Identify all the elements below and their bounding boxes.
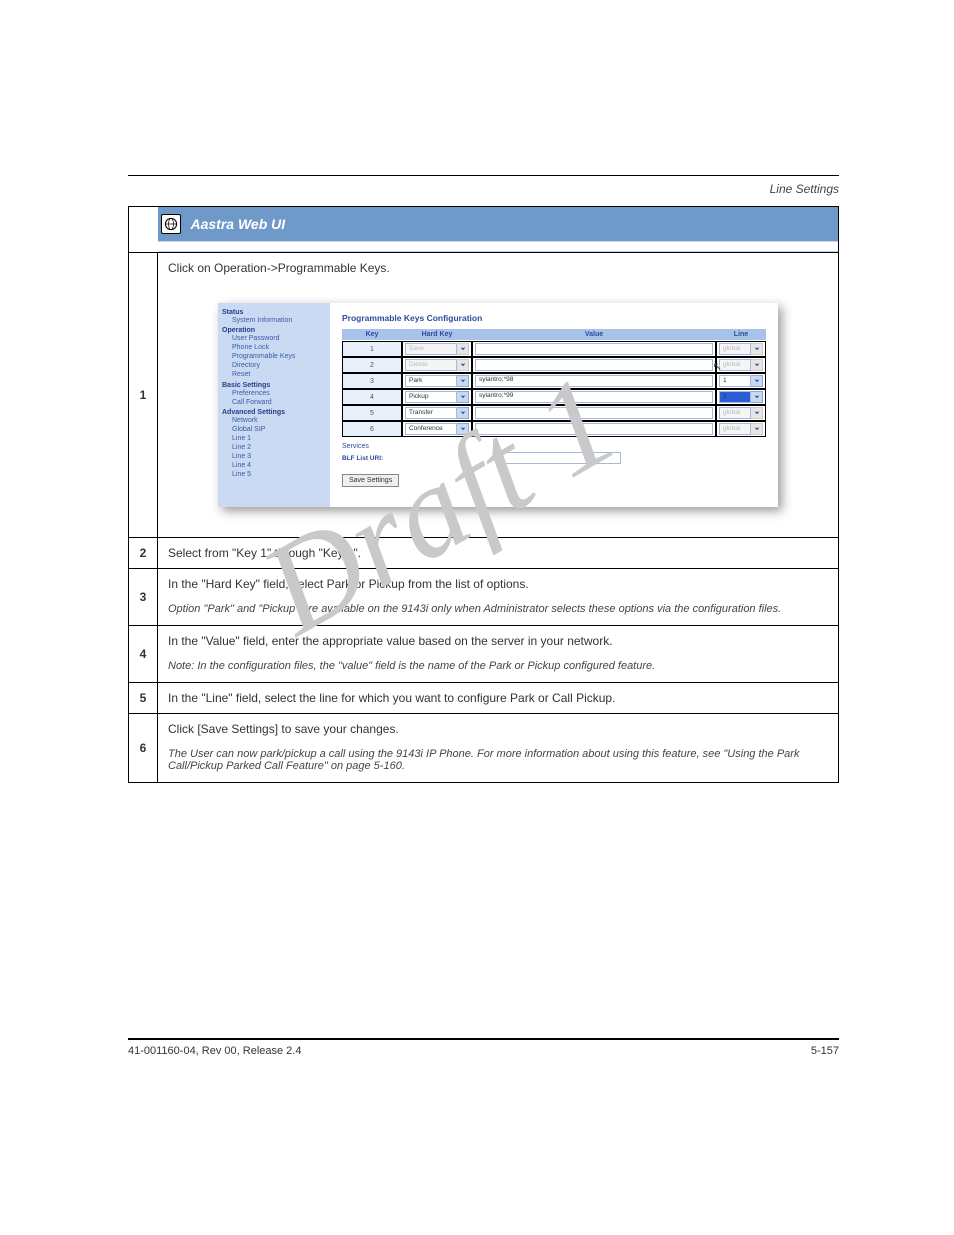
nav-item[interactable]: Programmable Keys bbox=[222, 352, 328, 361]
banner-title: Aastra Web UI bbox=[191, 216, 286, 232]
col-value: Value bbox=[472, 329, 716, 341]
key-number: 2 bbox=[342, 357, 402, 373]
step-number: 6 bbox=[129, 714, 158, 783]
hardkey-select[interactable]: Transfer bbox=[405, 407, 469, 419]
step-text: Click on Operation->Programmable Keys. bbox=[158, 253, 838, 283]
value-input[interactable]: sylantro;*99 bbox=[475, 391, 713, 403]
key-number: 5 bbox=[342, 405, 402, 421]
nav-item[interactable]: Reset bbox=[222, 370, 328, 379]
step-text: Select from "Key 1" through "Key 6". bbox=[158, 538, 838, 568]
line-select: global bbox=[719, 359, 763, 371]
nav-item[interactable]: Network bbox=[222, 416, 328, 425]
chevron-down-icon bbox=[751, 407, 763, 419]
value-input[interactable] bbox=[475, 343, 713, 355]
nav-sidebar: Status System Information Operation User… bbox=[218, 303, 330, 507]
line-select: global bbox=[719, 407, 763, 419]
hardkey-select[interactable]: Park bbox=[405, 375, 469, 387]
content-title: Programmable Keys Configuration bbox=[342, 313, 766, 323]
nav-item[interactable]: User Password bbox=[222, 334, 328, 343]
key-number: 6 bbox=[342, 421, 402, 437]
blf-input[interactable] bbox=[501, 452, 621, 464]
col-hardkey: Hard Key bbox=[402, 329, 472, 341]
col-key: Key bbox=[342, 329, 402, 341]
step-text: Click [Save Settings] to save your chang… bbox=[158, 714, 838, 744]
hardkey-select[interactable]: Conference bbox=[405, 423, 469, 435]
step-number: 2 bbox=[129, 538, 158, 569]
chevron-down-icon bbox=[457, 423, 469, 435]
step-text: In the "Hard Key" field, select Park or … bbox=[158, 569, 838, 599]
chevron-down-icon bbox=[457, 343, 469, 355]
nav-item[interactable]: Line 2 bbox=[222, 443, 328, 452]
blf-label: BLF List URI: bbox=[342, 455, 383, 462]
step-number: 3 bbox=[129, 569, 158, 626]
chevron-down-icon bbox=[457, 375, 469, 387]
value-input[interactable]: sylantro;*98 bbox=[475, 375, 713, 387]
col-line: Line bbox=[716, 329, 766, 341]
step-number: 1 bbox=[129, 253, 158, 538]
nav-item[interactable]: Directory bbox=[222, 361, 328, 370]
nav-item[interactable]: System Information bbox=[222, 316, 328, 325]
nav-item[interactable]: Preferences bbox=[222, 389, 328, 398]
line-select[interactable]: 2 bbox=[719, 391, 763, 403]
key-number: 3 bbox=[342, 373, 402, 389]
services-label: Services bbox=[342, 443, 766, 450]
globe-icon bbox=[161, 214, 181, 234]
value-input[interactable] bbox=[475, 359, 713, 371]
step-note: The User can now park/pickup a call usin… bbox=[158, 744, 838, 782]
step-text: In the "Line" field, select the line for… bbox=[158, 683, 838, 713]
footer-right: 5-157 bbox=[811, 1045, 839, 1057]
chevron-down-icon bbox=[751, 375, 763, 387]
nav-item[interactable]: Global SIP bbox=[222, 425, 328, 434]
embedded-screenshot: Status System Information Operation User… bbox=[218, 303, 778, 507]
line-select: global bbox=[719, 423, 763, 435]
line-select: global bbox=[719, 343, 763, 355]
footer-left: 41-001160-04, Rev 00, Release 2.4 bbox=[128, 1045, 301, 1057]
nav-heading: Status bbox=[222, 309, 328, 316]
webui-banner: Aastra Web UI bbox=[158, 207, 839, 241]
chevron-down-icon bbox=[751, 423, 763, 435]
nav-item[interactable]: Call Forward bbox=[222, 398, 328, 407]
keys-table: Key Hard Key Value Line 1Saveglobal2Dele… bbox=[342, 329, 766, 437]
step-note: Note: In the configuration files, the "v… bbox=[158, 656, 838, 682]
key-number: 4 bbox=[342, 389, 402, 405]
key-number: 1 bbox=[342, 341, 402, 357]
hardkey-select: Save bbox=[405, 343, 469, 355]
nav-item[interactable]: Line 4 bbox=[222, 461, 328, 470]
step-text: In the "Value" field, enter the appropri… bbox=[158, 626, 838, 656]
step-number: 4 bbox=[129, 626, 158, 683]
chevron-down-icon bbox=[457, 391, 469, 403]
steps-table: Aastra Web UI 1 Click on Operation->Prog… bbox=[128, 206, 839, 783]
value-input[interactable] bbox=[475, 407, 713, 419]
chevron-down-icon bbox=[457, 407, 469, 419]
nav-heading: Basic Settings bbox=[222, 382, 328, 389]
hardkey-select: Delete bbox=[405, 359, 469, 371]
step-note: Option "Park" and "Pickup" are available… bbox=[158, 599, 838, 625]
chevron-down-icon bbox=[751, 391, 763, 403]
hardkey-select[interactable]: Pickup bbox=[405, 391, 469, 403]
nav-heading: Advanced Settings bbox=[222, 409, 328, 416]
chevron-down-icon bbox=[751, 359, 763, 371]
section-title: Line Settings bbox=[128, 182, 839, 196]
nav-item[interactable]: Line 1 bbox=[222, 434, 328, 443]
value-input[interactable] bbox=[475, 423, 713, 435]
nav-heading: Operation bbox=[222, 327, 328, 334]
nav-item[interactable]: Phone Lock bbox=[222, 343, 328, 352]
nav-item[interactable]: Line 3 bbox=[222, 452, 328, 461]
line-select[interactable]: 1 bbox=[719, 375, 763, 387]
nav-item[interactable]: Line 5 bbox=[222, 470, 328, 479]
save-settings-button[interactable]: Save Settings bbox=[342, 474, 399, 487]
chevron-down-icon bbox=[457, 359, 469, 371]
step-number: 5 bbox=[129, 683, 158, 714]
chevron-down-icon bbox=[751, 343, 763, 355]
